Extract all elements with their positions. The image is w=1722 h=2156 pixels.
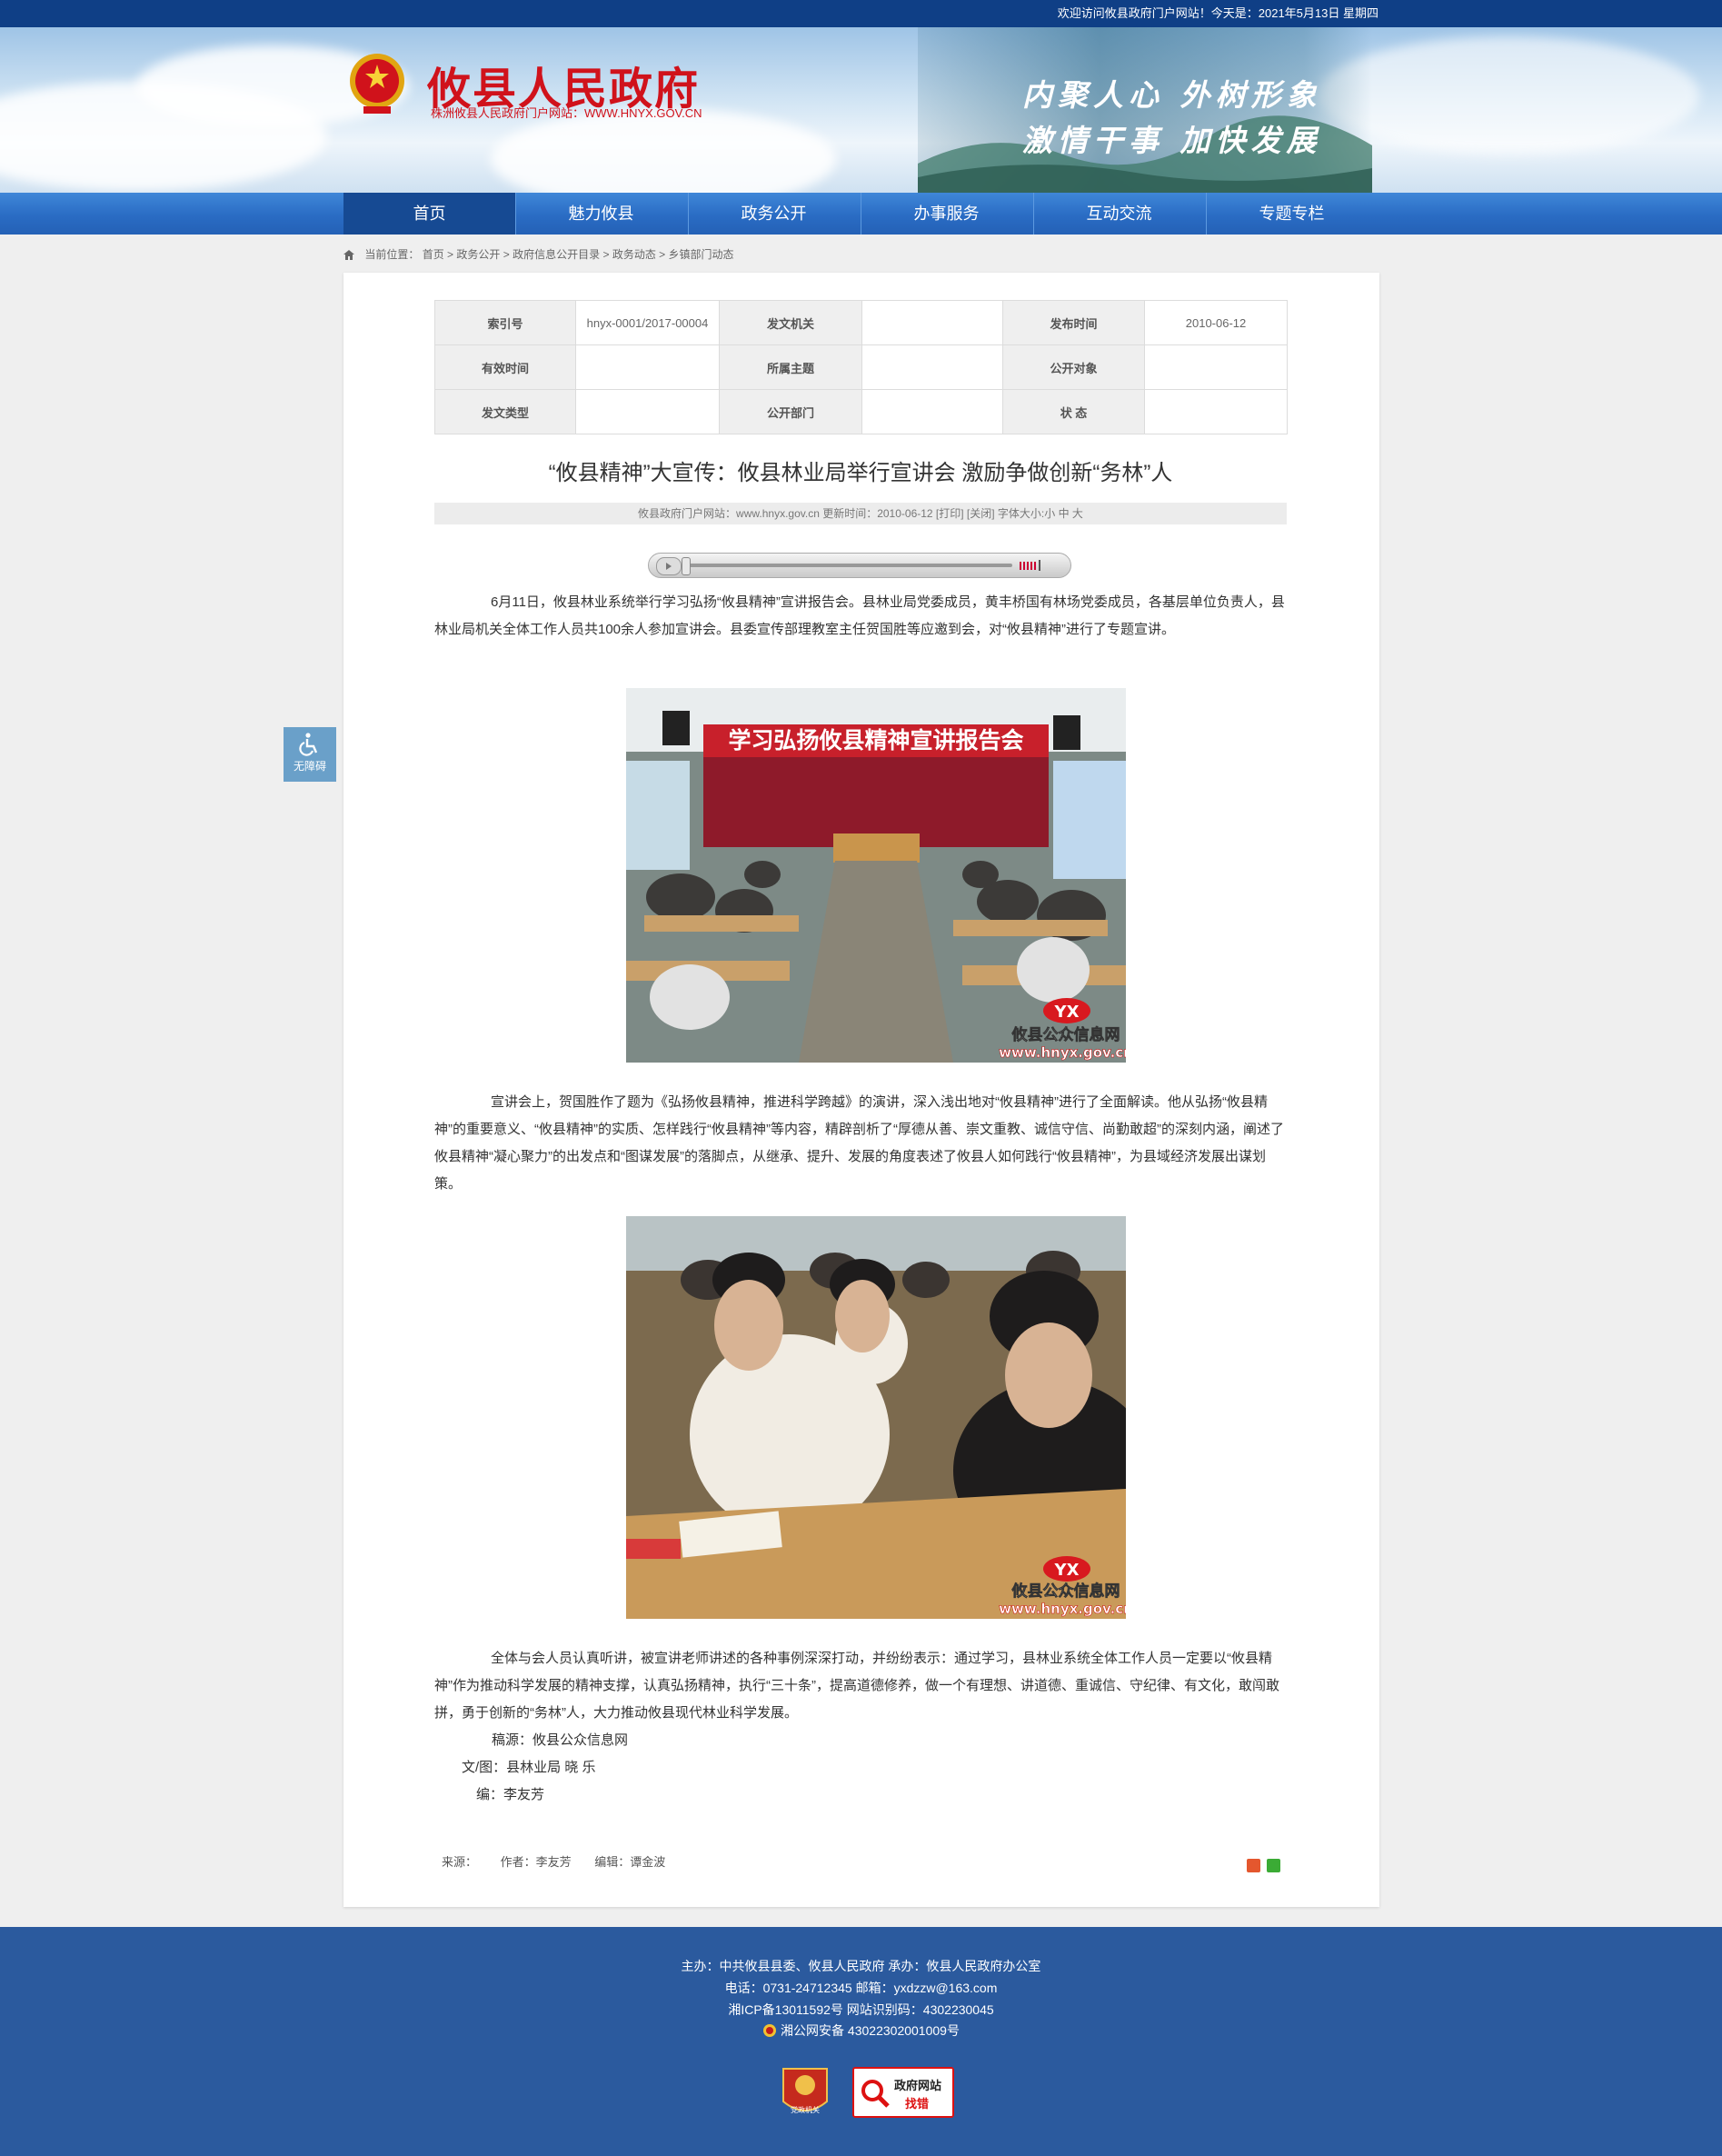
nav-item-gov-affairs[interactable]: 政务公开 — [688, 193, 860, 235]
article-footer-author: 作者：李友芳 — [500, 1855, 572, 1869]
slogan-line-1: 内聚人心 外树形象 — [1022, 77, 1322, 113]
main-nav: 首页 魅力攸县 政务公开 办事服务 互动交流 专题专栏 — [0, 193, 1722, 235]
breadcrumb-item-gov-affairs[interactable]: 政务公开 — [456, 248, 500, 261]
table-cell: 所属主题 — [719, 344, 862, 390]
article-paragraph-2: 宣讲会上，贺国胜作了题为《弘扬攸县精神，推进科学跨越》的演讲，深入浅出地对“攸县… — [434, 1094, 1284, 1192]
table-cell — [861, 300, 1003, 345]
photo-banner-text: 学习弘扬攸县精神宣讲报告会 — [728, 727, 1023, 754]
table-cell — [575, 389, 720, 434]
badge-text-2: 找错 — [905, 2097, 930, 2111]
nav-item-interaction[interactable]: 互动交流 — [1033, 193, 1205, 235]
national-emblem-icon — [350, 54, 404, 114]
top-bar: 欢迎访问攸县政府门户网站！今天是：2021年5月13日 星期四 — [0, 0, 1722, 27]
footer-police-record[interactable]: 湘公网安备 43022302001009号 — [0, 2021, 1722, 2040]
nav-item-home[interactable]: 首页 — [343, 193, 515, 235]
audio-player[interactable] — [648, 553, 1071, 578]
header-banner — [0, 27, 1722, 193]
table-cell: 发文机关 — [719, 300, 862, 345]
table-row: 有效时间 所属主题 公开对象 — [434, 344, 1288, 390]
breadcrumb-item-home[interactable]: 首页 — [423, 248, 444, 261]
article-paragraph-3: 全体与会人员认真听讲，被宣讲老师讲述的各种事例深深打动，并纷纷表示：通过学习，县… — [434, 1651, 1279, 1721]
watermark-logo-text: YX — [1054, 1561, 1080, 1580]
article-footer-info: 来源： 作者：李友芳 编辑：谭金波 — [442, 1852, 685, 1870]
home-icon — [343, 250, 354, 261]
progress-track[interactable] — [685, 564, 1012, 567]
article-editor-line: 编：李友芳 — [476, 1787, 545, 1802]
table-cell: 状 态 — [1002, 389, 1145, 434]
table-cell: 2010-06-12 — [1144, 300, 1288, 345]
article-title: “攸县精神”大宣传：攸县林业局举行宣讲会 激励争做创新“务林”人 — [548, 461, 1173, 485]
accessibility-button[interactable]: 无障碍 — [284, 727, 336, 782]
table-cell — [575, 344, 720, 390]
breadcrumb: 当前位置： 首页 > 政务公开 > 政府信息公开目录 > 政务动态 > 乡镇部门… — [343, 245, 734, 264]
magnifier-icon — [861, 2080, 890, 2108]
document-info-table: 索引号 hnyx-0001/2017-00004 发文机关 发布时间 2010-… — [434, 300, 1288, 434]
article-photo-1: 学习弘扬攸县精神宣讲报告会 YX 攸县公众信息网 www.hnyx.gov.cn — [626, 688, 1126, 1063]
table-cell: 发文类型 — [434, 389, 576, 434]
footer-icp[interactable]: 湘ICP备13011592号 网站识别码：4302230045 — [0, 2001, 1722, 2019]
breadcrumb-prefix: 当前位置： — [364, 248, 420, 261]
article-meta[interactable]: 攸县政府门户网站：www.hnyx.gov.cn 更新时间：2010-06-12… — [434, 503, 1287, 524]
nav-item-services[interactable]: 办事服务 — [861, 193, 1032, 235]
article-footer-editor: 编辑：谭金波 — [594, 1855, 666, 1869]
site-subtitle: 株洲攸县人民政府门户网站：WWW.HNYX.GOV.CN — [431, 106, 702, 120]
party-gov-badge[interactable]: 党政机关 — [780, 2065, 831, 2120]
article-text-photo-line: 文/图：县林业局 晓 乐 — [462, 1760, 596, 1775]
table-row: 发文类型 公开部门 状 态 — [434, 389, 1288, 434]
accessibility-label: 无障碍 — [293, 760, 326, 773]
slogan-line-2: 激情干事 加快发展 — [1022, 123, 1322, 158]
weibo-share-icon[interactable] — [1247, 1859, 1260, 1872]
badge-text-1: 政府网站 — [894, 2079, 942, 2092]
table-cell: hnyx-0001/2017-00004 — [575, 300, 720, 345]
table-row: 索引号 hnyx-0001/2017-00004 发文机关 发布时间 2010-… — [434, 300, 1288, 345]
watermark-name: 攸县公众信息网 — [1011, 1025, 1120, 1044]
gov-site-error-report-badge[interactable]: 政府网站 找错 — [852, 2067, 954, 2118]
play-button[interactable] — [656, 557, 682, 575]
article-source-line: 稿源：攸县公众信息网 — [492, 1732, 629, 1748]
table-cell: 索引号 — [434, 300, 576, 345]
breadcrumb-item-dept-news[interactable]: 乡镇部门动态 — [669, 248, 734, 261]
table-cell: 有效时间 — [434, 344, 576, 390]
table-cell — [861, 344, 1003, 390]
article-photo-2: YX 攸县公众信息网 www.hnyx.gov.cn — [626, 1216, 1126, 1619]
table-cell: 发布时间 — [1002, 300, 1145, 345]
watermark-name: 攸县公众信息网 — [1011, 1582, 1120, 1601]
article-paragraph-1: 6月11日，攸县林业系统举行学习弘扬“攸县精神”宣讲报告会。县林业局党委成员，黄… — [434, 594, 1285, 637]
watermark-url: www.hnyx.gov.cn — [999, 1044, 1126, 1061]
breadcrumb-item-catalog[interactable]: 政府信息公开目录 — [513, 248, 600, 261]
breadcrumb-item-news[interactable]: 政务动态 — [612, 248, 656, 261]
watermark-url: www.hnyx.gov.cn — [999, 1601, 1126, 1617]
table-cell: 公开对象 — [1002, 344, 1145, 390]
table-cell — [861, 389, 1003, 434]
svg-text:党政机关: 党政机关 — [791, 2105, 820, 2114]
volume-icon[interactable] — [1020, 559, 1043, 574]
table-cell — [1144, 389, 1288, 434]
nav-item-topics[interactable]: 专题专栏 — [1206, 193, 1378, 235]
police-badge-icon — [763, 2024, 777, 2037]
table-cell: 公开部门 — [719, 389, 862, 434]
progress-handle[interactable] — [682, 557, 691, 575]
wheelchair-icon — [299, 733, 318, 756]
article-footer-source: 来源： — [442, 1855, 478, 1869]
nav-item-charm[interactable]: 魅力攸县 — [515, 193, 687, 235]
footer-contact: 电话：0731-24712345 邮箱：yxdzzw@163.com — [724, 1981, 998, 1995]
welcome-text: 欢迎访问攸县政府门户网站！今天是：2021年5月13日 星期四 — [1057, 6, 1379, 20]
article-panel: 索引号 hnyx-0001/2017-00004 发文机关 发布时间 2010-… — [343, 273, 1379, 1907]
wechat-share-icon[interactable] — [1267, 1859, 1280, 1872]
table-cell — [1144, 344, 1288, 390]
site-footer: 主办：中共攸县县委、攸县人民政府 承办：攸县人民政府办公室 电话：0731-24… — [0, 1927, 1722, 2156]
footer-organizer: 主办：中共攸县县委、攸县人民政府 承办：攸县人民政府办公室 — [681, 1959, 1041, 1973]
watermark-logo-text: YX — [1054, 1003, 1080, 1022]
